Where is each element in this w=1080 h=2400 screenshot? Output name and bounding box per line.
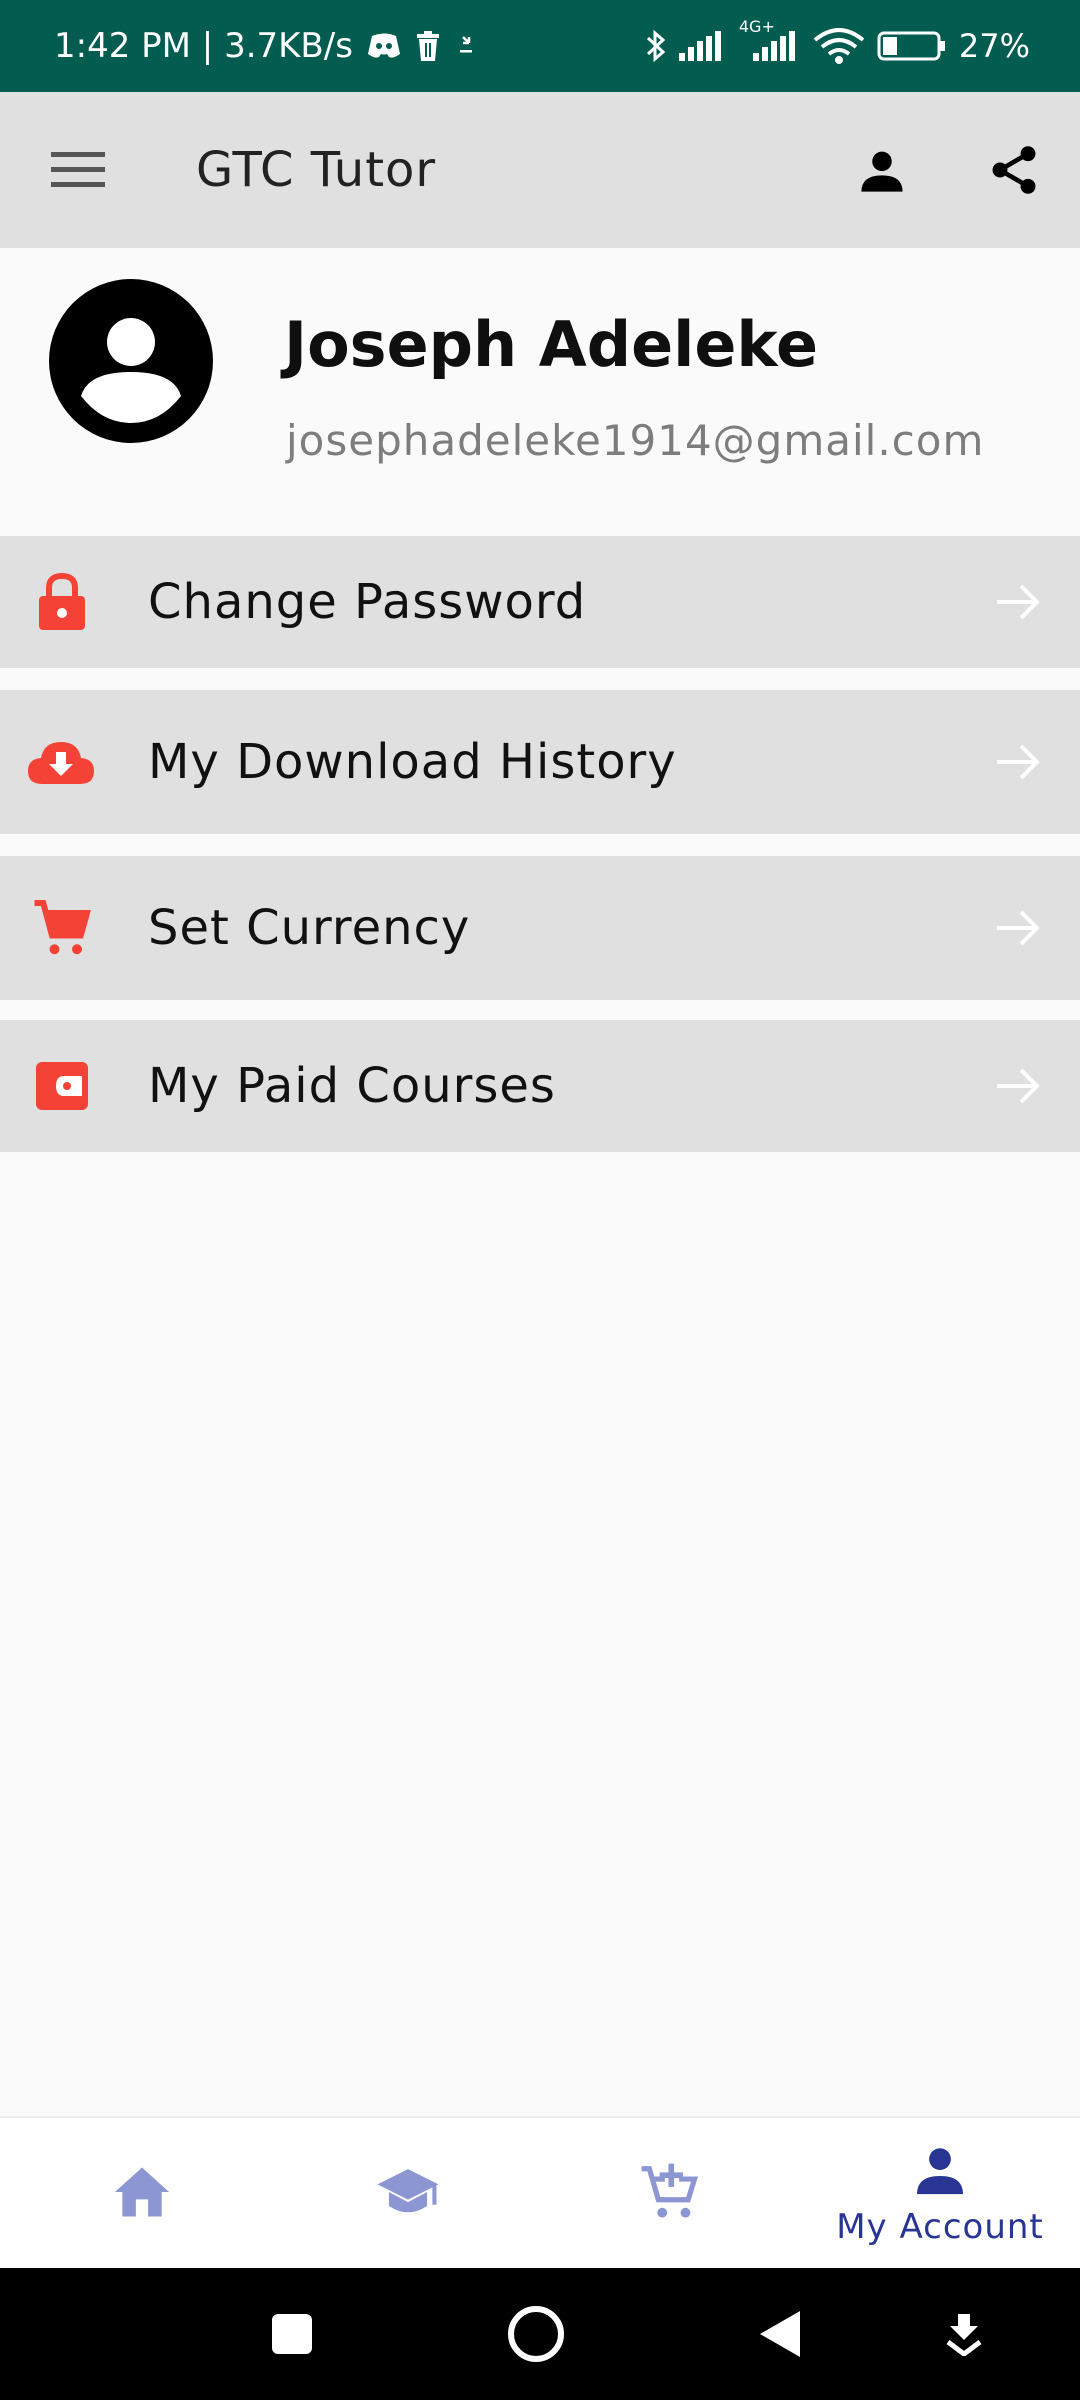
wallet-icon (26, 1050, 98, 1122)
nav-label-my-account: My Account (836, 2207, 1044, 2247)
profile-email: josephadeleke1914@gmail.com (286, 416, 985, 465)
menu-item-download-history[interactable]: My Download History (0, 690, 1080, 834)
battery-icon (877, 30, 947, 62)
lock-icon (26, 566, 98, 638)
app-title: GTC Tutor (196, 142, 437, 198)
app-bar: GTC Tutor (0, 92, 1080, 248)
wifi-icon (813, 28, 865, 64)
discord-icon (367, 32, 401, 60)
nav-courses[interactable] (338, 2118, 478, 2270)
cart-icon (26, 892, 98, 964)
status-left: 1:42 PM | 3.7KB/s (54, 0, 477, 92)
signal-icon (678, 31, 727, 61)
account-icon[interactable] (842, 130, 922, 210)
chevron-down-icon[interactable] (928, 2298, 1000, 2370)
cart-add-icon (639, 2161, 701, 2227)
battery-percent: 27% (958, 27, 1030, 65)
back-button[interactable] (744, 2298, 816, 2370)
status-bar: 1:42 PM | 3.7KB/s 4G+ 27% (0, 0, 1080, 92)
menu-item-set-currency[interactable]: Set Currency (0, 856, 1080, 1000)
bluetooth-icon (645, 28, 667, 64)
arrow-right-icon (990, 900, 1046, 956)
cloud-download-icon (24, 726, 98, 798)
arrow-right-icon (990, 574, 1046, 630)
hamburger-menu-icon[interactable] (40, 132, 116, 208)
profile-header: Joseph Adeleke josephadeleke1914@gmail.c… (0, 248, 1080, 534)
status-time-speed: 1:42 PM | 3.7KB/s (54, 26, 353, 66)
menu-item-label: Change Password (148, 574, 587, 630)
share-icon[interactable] (974, 130, 1054, 210)
status-right: 4G+ 27% (645, 0, 1030, 92)
nav-my-account[interactable]: My Account (820, 2118, 1060, 2270)
arrow-right-icon (990, 734, 1046, 790)
recents-button[interactable] (256, 2298, 328, 2370)
download-icon (455, 33, 477, 59)
graduation-cap-icon (375, 2164, 441, 2224)
menu-item-label: My Download History (148, 734, 677, 790)
menu-item-label: My Paid Courses (148, 1058, 556, 1114)
menu-item-label: Set Currency (148, 900, 471, 956)
home-button[interactable] (500, 2298, 572, 2370)
menu-item-change-password[interactable]: Change Password (0, 536, 1080, 668)
nav-cart[interactable] (600, 2118, 740, 2270)
account-icon (911, 2141, 969, 2203)
profile-name: Joseph Adeleke (284, 308, 819, 381)
home-icon (112, 2165, 172, 2223)
arrow-right-icon (990, 1058, 1046, 1114)
avatar (48, 278, 214, 444)
network-label: 4G+ (738, 17, 775, 36)
bottom-nav: My Account (0, 2116, 1080, 2270)
signal-4g-icon: 4G+ (739, 17, 801, 61)
system-nav-bar (0, 2268, 1080, 2400)
nav-home[interactable] (72, 2118, 212, 2270)
menu-item-paid-courses[interactable]: My Paid Courses (0, 1020, 1080, 1152)
trash-icon (415, 31, 441, 61)
